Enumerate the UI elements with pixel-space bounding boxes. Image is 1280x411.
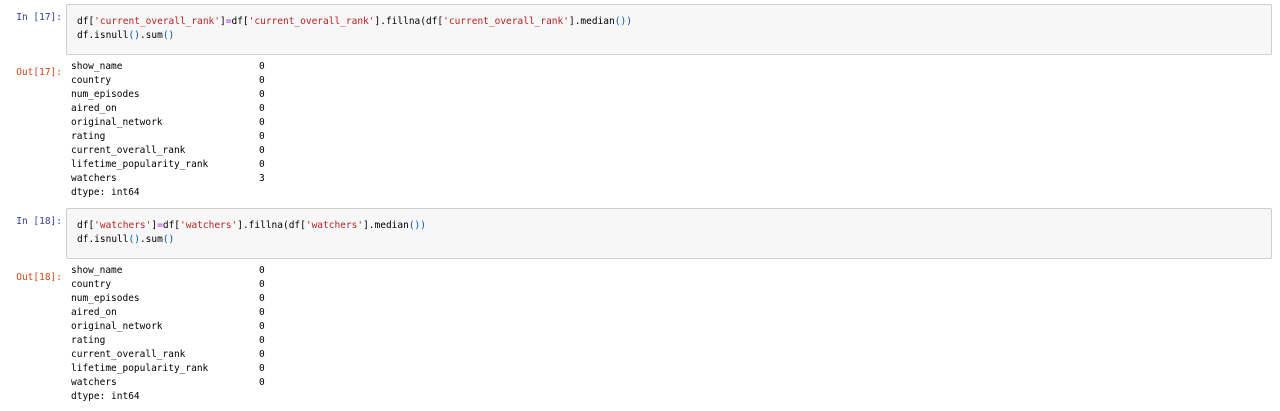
code-paren: () [128,30,140,41]
code-line-2: df.isnull().sum() [77,29,174,43]
input-prompt: In [18]: [16,216,62,227]
code-token: df[ [162,220,181,231]
series-value: 0 [259,293,265,304]
code-token: ].median [363,220,409,231]
series-index: aired_on [71,307,117,318]
code-string: 'current_overall_rank' [248,16,375,27]
series-index: watchers [71,377,117,388]
series-index: show_name [71,61,123,72]
series-index: num_episodes [71,293,140,304]
series-value: 0 [259,377,265,388]
code-string: 'watchers' [305,220,364,231]
series-index: country [71,75,112,86]
series-value: 0 [259,159,265,170]
dtype-label: dtype: int64 [71,187,140,198]
code-line-1: df['watchers']=df['watchers'].fillna(df[… [77,219,426,233]
notebook-cell-18[interactable]: In [18]: df['watchers']=df['watchers'].f… [0,205,1280,411]
series-index: rating [71,335,106,346]
series-value: 0 [259,103,265,114]
series-index: watchers [71,173,117,184]
code-input-area[interactable]: df['watchers']=df['watchers'].fillna(df[… [66,208,1272,259]
output-prompt: Out[18]: [16,272,62,283]
series-value: 0 [259,75,265,86]
series-value: 0 [259,117,265,128]
series-value: 0 [259,321,265,332]
series-value: 0 [259,307,265,318]
input-prompt: In [17]: [16,12,62,23]
code-input-area[interactable]: df['current_overall_rank']=df['current_o… [66,4,1272,55]
code-paren: () [128,234,140,245]
series-value: 0 [259,279,265,290]
code-token: ].median [568,16,615,27]
code-paren: () [162,234,175,245]
series-value: 0 [259,349,265,360]
series-index: lifetime_popularity_rank [71,363,209,374]
code-paren: () [162,30,175,41]
series-value: 0 [259,145,265,156]
series-index: original_network [71,117,163,128]
code-string: 'watchers' [94,220,152,231]
series-index: aired_on [71,103,117,114]
series-index: show_name [71,265,123,276]
code-token: df[ [77,220,95,231]
series-value: 0 [259,363,265,374]
series-index: rating [71,131,106,142]
code-token: df.isnull [77,234,129,245]
series-index: lifetime_popularity_rank [71,159,209,170]
series-value: 3 [259,173,265,184]
series-index: current_overall_rank [71,145,186,156]
code-token: ].fillna(df[ [237,220,306,231]
series-index: country [71,279,112,290]
series-index: current_overall_rank [71,349,186,360]
code-string: 'watchers' [180,220,238,231]
code-token: df[ [77,16,95,27]
cell-output: show_name 0 country 0 num_episodes 0 aired_… [71,60,671,200]
series-value: 0 [259,131,265,142]
code-token: df.isnull [77,30,129,41]
code-string: 'current_overall_rank' [443,16,569,27]
code-line-1: df['current_overall_rank']=df['current_o… [77,15,632,29]
series-index: original_network [71,321,163,332]
series-index: num_episodes [71,89,140,100]
series-value: 0 [259,335,265,346]
cell-output: show_name 0 country 0 num_episodes 0 aired_… [71,264,671,406]
series-value: 0 [259,265,265,276]
code-token: .sum [139,30,163,41]
code-token: df[ [231,16,249,27]
code-token: ].fillna(df[ [374,16,444,27]
dtype-label: dtype: int64 [71,391,140,402]
notebook-cell-17[interactable]: In [17]: df['current_overall_rank']=df['… [0,0,1280,205]
code-string: 'current_overall_rank' [94,16,221,27]
code-line-2: df.isnull().sum() [77,233,174,247]
output-prompt: Out[17]: [16,67,62,78]
code-paren: ()) [614,16,632,27]
series-value: 0 [259,61,265,72]
series-value: 0 [259,89,265,100]
code-paren: ()) [408,220,426,231]
code-token: .sum [139,234,163,245]
